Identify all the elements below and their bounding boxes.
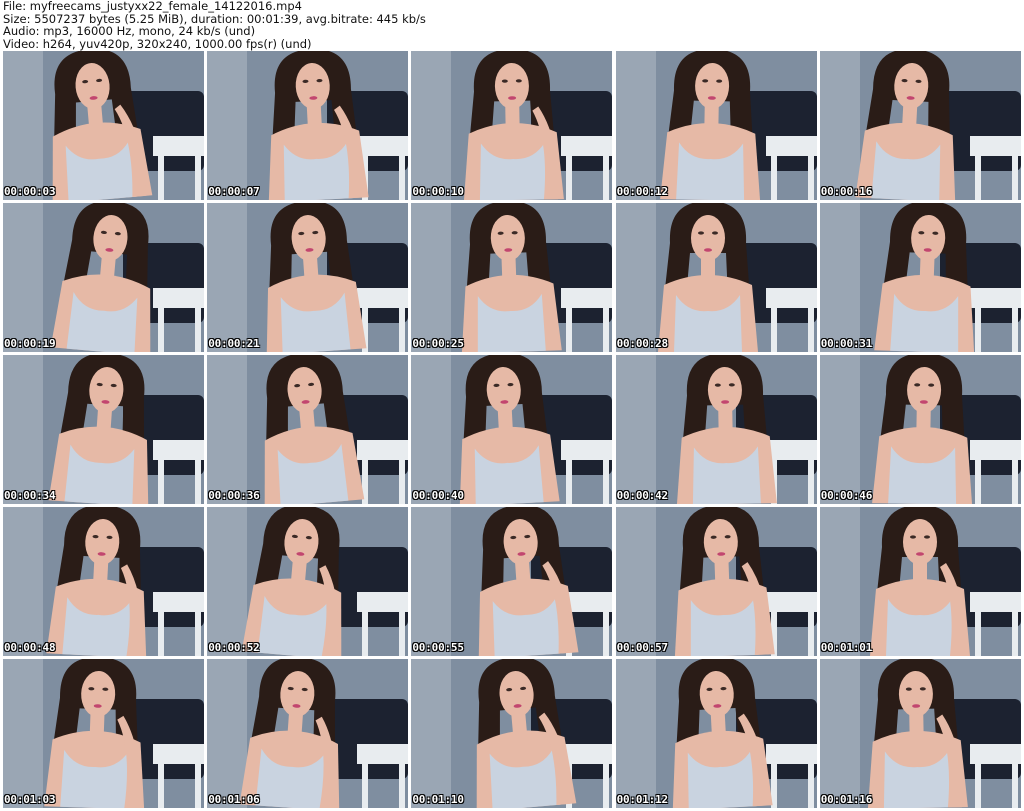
frame-timestamp: 00:00:52: [208, 641, 260, 654]
frame-image: [819, 51, 1021, 200]
video-frame-thumbnail[interactable]: 00:00:25: [411, 203, 613, 352]
frame-image: [819, 507, 1021, 656]
audio-info-line: Audio: mp3, 16000 Hz, mono, 24 kb/s (und…: [3, 24, 256, 38]
frame-image: [819, 659, 1021, 808]
frame-timestamp: 00:00:34: [4, 489, 56, 502]
video-frame-thumbnail[interactable]: 00:00:19: [3, 203, 204, 352]
video-frame-thumbnail[interactable]: 00:00:31: [819, 203, 1021, 352]
frame-timestamp: 00:01:03: [4, 793, 56, 806]
video-frame-thumbnail[interactable]: 00:00:34: [3, 355, 204, 504]
video-frame-thumbnail[interactable]: 00:00:40: [411, 355, 613, 504]
frame-image: [207, 355, 409, 504]
frame-image: [207, 203, 409, 352]
frame-timestamp: 00:01:01: [820, 641, 873, 654]
video-frame-thumbnail[interactable]: 00:01:03: [3, 659, 204, 808]
frame-timestamp: 00:01:12: [616, 793, 669, 806]
video-frame-thumbnail[interactable]: 00:00:46: [819, 355, 1021, 504]
frame-image: [3, 203, 204, 352]
frame-timestamp: 00:00:07: [208, 185, 260, 198]
frame-image: [207, 51, 409, 200]
frame-timestamp: 00:00:12: [616, 185, 669, 198]
video-frame-thumbnail[interactable]: 00:00:21: [207, 203, 409, 352]
video-frame-thumbnail[interactable]: 00:00:48: [3, 507, 204, 656]
frame-image: [411, 51, 613, 200]
frame-image: [207, 507, 409, 656]
frame-image: [411, 203, 613, 352]
frame-timestamp: 00:01:10: [412, 793, 464, 806]
frame-image: [411, 659, 613, 808]
video-frame-thumbnail[interactable]: 00:00:12: [615, 51, 817, 200]
frame-timestamp: 00:00:40: [412, 489, 464, 502]
thumbnail-grid: 00:00:03 00:00:07 00:00:10 00:00:12 00:00:16…: [3, 51, 1021, 808]
frame-image: [615, 203, 817, 352]
frame-timestamp: 00:00:10: [412, 185, 464, 198]
frame-image: [3, 51, 204, 200]
video-frame-thumbnail[interactable]: 00:00:10: [411, 51, 613, 200]
frame-timestamp: 00:00:19: [4, 337, 56, 350]
frame-image: [3, 659, 204, 808]
video-frame-thumbnail[interactable]: 00:01:12: [615, 659, 817, 808]
frame-image: [3, 507, 204, 656]
frame-timestamp: 00:01:06: [208, 793, 260, 806]
frame-image: [615, 51, 817, 200]
frame-image: [411, 355, 613, 504]
file-name-line: File: myfreecams_justyxx22_female_141220…: [3, 0, 302, 13]
video-info-line: Video: h264, yuv420p, 320x240, 1000.00 f…: [3, 36, 312, 51]
frame-image: [411, 507, 613, 656]
frame-image: [819, 355, 1021, 504]
frame-timestamp: 00:00:46: [820, 489, 873, 502]
frame-timestamp: 00:00:55: [412, 641, 464, 654]
frame-image: [615, 507, 817, 656]
video-frame-thumbnail[interactable]: 00:00:36: [207, 355, 409, 504]
frame-image: [615, 659, 817, 808]
frame-timestamp: 00:00:28: [616, 337, 669, 350]
frame-timestamp: 00:00:03: [4, 185, 56, 198]
frame-image: [819, 203, 1021, 352]
video-frame-thumbnail[interactable]: 00:00:03: [3, 51, 204, 200]
frame-timestamp: 00:00:21: [208, 337, 260, 350]
frame-timestamp: 00:01:16: [820, 793, 873, 806]
frame-timestamp: 00:00:31: [820, 337, 873, 350]
frame-timestamp: 00:00:57: [616, 641, 669, 654]
frame-timestamp: 00:00:25: [412, 337, 464, 350]
video-frame-thumbnail[interactable]: 00:01:10: [411, 659, 613, 808]
video-frame-thumbnail[interactable]: 00:01:06: [207, 659, 409, 808]
frame-image: [207, 659, 409, 808]
video-frame-thumbnail[interactable]: 00:00:16: [819, 51, 1021, 200]
video-frame-thumbnail[interactable]: 00:00:07: [207, 51, 409, 200]
frame-image: [3, 355, 204, 504]
file-info-header: File: myfreecams_justyxx22_female_141220…: [3, 0, 1021, 50]
frame-timestamp: 00:00:42: [616, 489, 669, 502]
frame-image: [615, 355, 817, 504]
video-frame-thumbnail[interactable]: 00:00:57: [615, 507, 817, 656]
frame-timestamp: 00:00:36: [208, 489, 260, 502]
video-frame-thumbnail[interactable]: 00:00:42: [615, 355, 817, 504]
video-frame-thumbnail[interactable]: 00:00:52: [207, 507, 409, 656]
video-frame-thumbnail[interactable]: 00:01:16: [819, 659, 1021, 808]
video-frame-thumbnail[interactable]: 00:01:01: [819, 507, 1021, 656]
video-frame-thumbnail[interactable]: 00:00:55: [411, 507, 613, 656]
frame-timestamp: 00:00:48: [4, 641, 56, 654]
frame-timestamp: 00:00:16: [820, 185, 873, 198]
video-frame-thumbnail[interactable]: 00:00:28: [615, 203, 817, 352]
